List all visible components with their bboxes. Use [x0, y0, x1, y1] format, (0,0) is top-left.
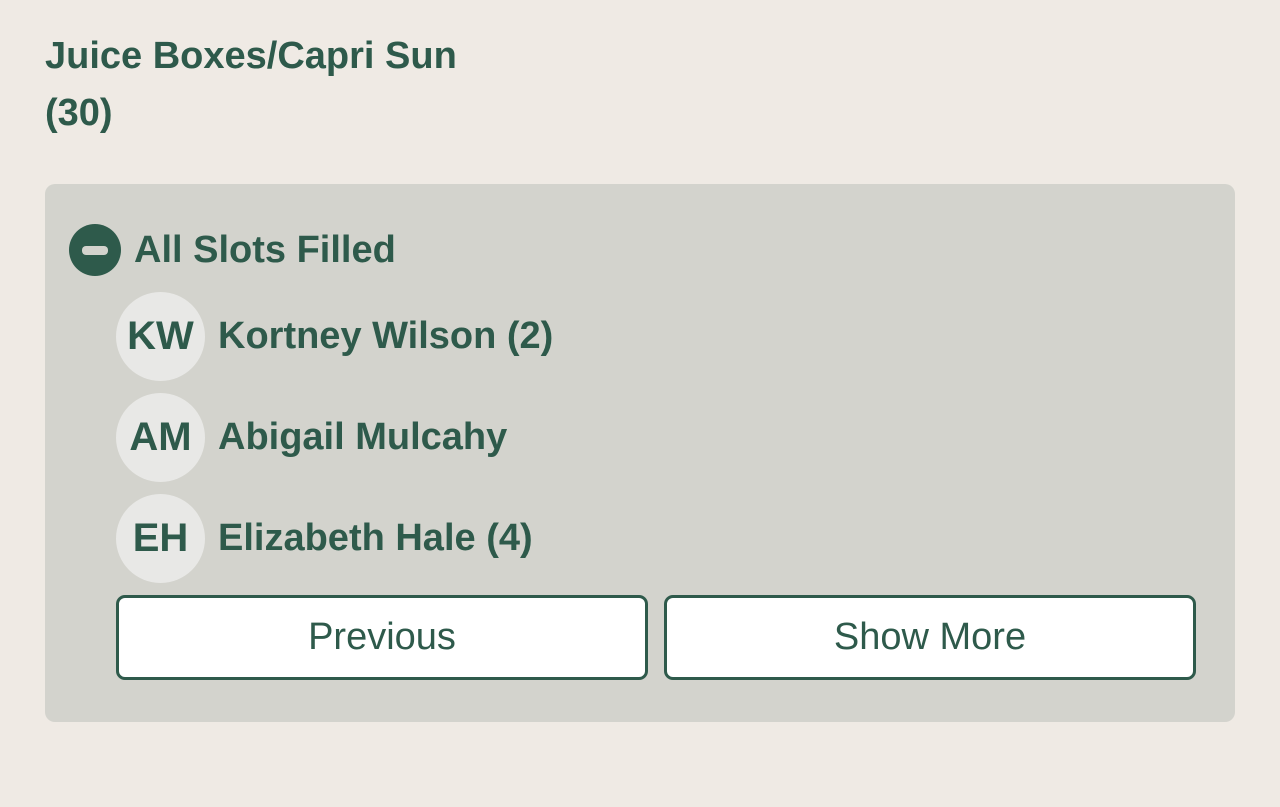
- slots-status-label: All Slots Filled: [134, 228, 396, 271]
- slots-status[interactable]: All Slots Filled: [69, 224, 396, 276]
- list-item: KW Kortney Wilson (2): [116, 291, 553, 381]
- item-title: Juice Boxes/Capri Sun (30): [45, 28, 457, 142]
- signup-panel: All Slots Filled KW Kortney Wilson (2) A…: [45, 184, 1235, 722]
- item-title-name: Juice Boxes/Capri Sun: [45, 35, 457, 77]
- volunteer-name: Abigail Mulcahy: [218, 415, 508, 458]
- volunteer-list: KW Kortney Wilson (2) AM Abigail Mulcahy…: [116, 291, 553, 594]
- previous-button[interactable]: Previous: [116, 595, 648, 680]
- avatar: KW: [116, 291, 205, 381]
- minus-circle-icon[interactable]: [69, 224, 121, 276]
- show-more-button[interactable]: Show More: [664, 595, 1196, 680]
- avatar: EH: [116, 493, 205, 583]
- list-item: AM Abigail Mulcahy: [116, 392, 553, 482]
- volunteer-name: Kortney Wilson (2): [218, 314, 554, 357]
- volunteer-name: Elizabeth Hale (4): [218, 516, 533, 559]
- list-item: EH Elizabeth Hale (4): [116, 493, 553, 583]
- item-title-quantity: (30): [45, 92, 113, 134]
- avatar: AM: [116, 392, 205, 482]
- pagination-buttons: Previous Show More: [116, 595, 1196, 680]
